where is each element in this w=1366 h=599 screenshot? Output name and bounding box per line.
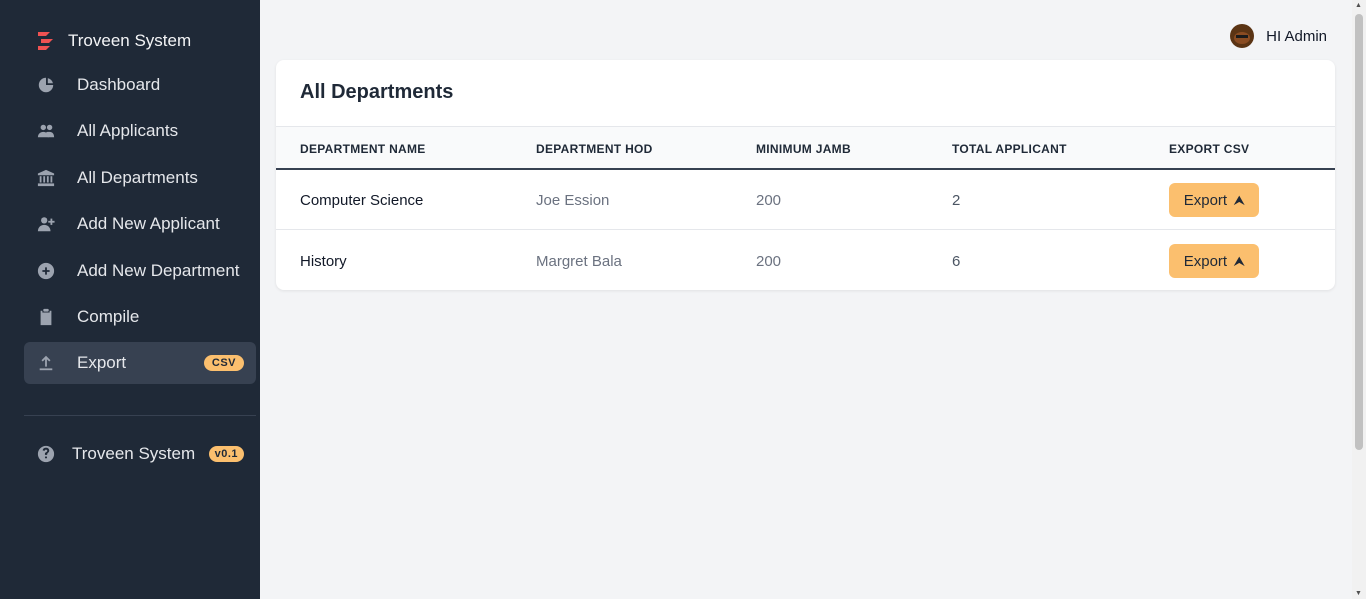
department-hod: Joe Ession bbox=[536, 192, 610, 209]
column-header: DEPARTMENT NAME bbox=[300, 142, 426, 156]
export-button[interactable]: Export ⮝ bbox=[1169, 244, 1259, 278]
sidebar-item-label: All Applicants bbox=[77, 121, 179, 141]
sidebar-item-label: All Departments bbox=[77, 167, 198, 187]
sidebar-item-label: Add New Applicant bbox=[77, 214, 220, 234]
page-title: All Departments bbox=[300, 81, 454, 103]
column-header: DEPARTMENT HOD bbox=[536, 142, 653, 156]
users-icon bbox=[37, 122, 55, 140]
version-badge: v0.1 bbox=[208, 446, 244, 462]
sidebar-item-label: Compile bbox=[77, 306, 140, 326]
table-header: DEPARTMENT NAME DEPARTMENT HOD MINIMUM J… bbox=[276, 126, 1335, 170]
question-circle-icon bbox=[37, 445, 55, 463]
upload-icon bbox=[37, 354, 55, 372]
sidebar-footer-version[interactable]: Troveen System v0.1 bbox=[24, 433, 256, 475]
clipboard-icon bbox=[37, 308, 55, 326]
sidebar: Troveen System Dashboard All Applicants … bbox=[0, 0, 260, 599]
footer-label: Troveen System bbox=[72, 444, 196, 463]
departments-card: All Departments DEPARTMENT NAME DEPARTME… bbox=[276, 60, 1335, 290]
column-header: MINIMUM JAMB bbox=[756, 142, 851, 156]
sidebar-item-label: Export bbox=[77, 353, 127, 373]
pie-chart-icon bbox=[37, 76, 55, 94]
scroll-down-icon[interactable]: ▼ bbox=[1355, 590, 1362, 597]
department-name: History bbox=[300, 253, 347, 270]
user-menu[interactable]: HI Admin bbox=[1230, 24, 1327, 48]
brand[interactable]: Troveen System bbox=[36, 28, 191, 54]
table-row: Computer Science Joe Ession 200 2 Export… bbox=[276, 170, 1335, 230]
total-applicant: 6 bbox=[952, 253, 961, 270]
export-icon: ⮝ bbox=[1234, 192, 1245, 207]
greeting: HI Admin bbox=[1266, 27, 1327, 45]
export-button-label: Export bbox=[1183, 191, 1228, 209]
minimum-jamb: 200 bbox=[756, 192, 782, 209]
brand-name: Troveen System bbox=[68, 31, 192, 50]
sidebar-item-add-new-applicant[interactable]: Add New Applicant bbox=[24, 203, 256, 245]
vertical-scrollbar[interactable]: ▲ ▼ bbox=[1352, 0, 1366, 599]
column-header: TOTAL APPLICANT bbox=[952, 142, 1067, 156]
building-icon bbox=[37, 169, 55, 187]
plus-circle-icon bbox=[37, 262, 55, 280]
scrollbar-thumb[interactable] bbox=[1355, 14, 1363, 450]
sidebar-divider bbox=[24, 415, 256, 416]
sidebar-item-all-departments[interactable]: All Departments bbox=[24, 157, 256, 199]
sidebar-item-label: Dashboard bbox=[77, 75, 161, 94]
minimum-jamb: 200 bbox=[756, 253, 782, 270]
avatar bbox=[1230, 24, 1255, 48]
csv-badge: CSV bbox=[203, 355, 244, 372]
sidebar-item-label: Add New Department bbox=[77, 260, 240, 280]
logo-icon bbox=[38, 32, 53, 50]
sidebar-item-add-new-department[interactable]: Add New Department bbox=[24, 250, 256, 292]
department-name: Computer Science bbox=[300, 192, 424, 209]
sidebar-item-dashboard[interactable]: Dashboard bbox=[24, 64, 256, 106]
export-button-label: Export bbox=[1183, 252, 1228, 270]
total-applicant: 2 bbox=[952, 192, 961, 209]
export-button[interactable]: Export ⮝ bbox=[1169, 183, 1259, 217]
department-hod: Margret Bala bbox=[536, 253, 622, 270]
sidebar-item-compile[interactable]: Compile bbox=[24, 296, 256, 338]
table-row: History Margret Bala 200 6 Export ⮝ bbox=[276, 231, 1335, 290]
user-add-icon bbox=[37, 215, 55, 233]
export-icon: ⮝ bbox=[1234, 253, 1245, 268]
sidebar-nav: Dashboard All Applicants All Departments… bbox=[24, 64, 256, 389]
sidebar-item-export[interactable]: Export CSV bbox=[24, 342, 256, 385]
scroll-up-icon[interactable]: ▲ bbox=[1355, 2, 1362, 9]
column-header: EXPORT CSV bbox=[1169, 142, 1250, 156]
sidebar-item-all-applicants[interactable]: All Applicants bbox=[24, 110, 256, 152]
